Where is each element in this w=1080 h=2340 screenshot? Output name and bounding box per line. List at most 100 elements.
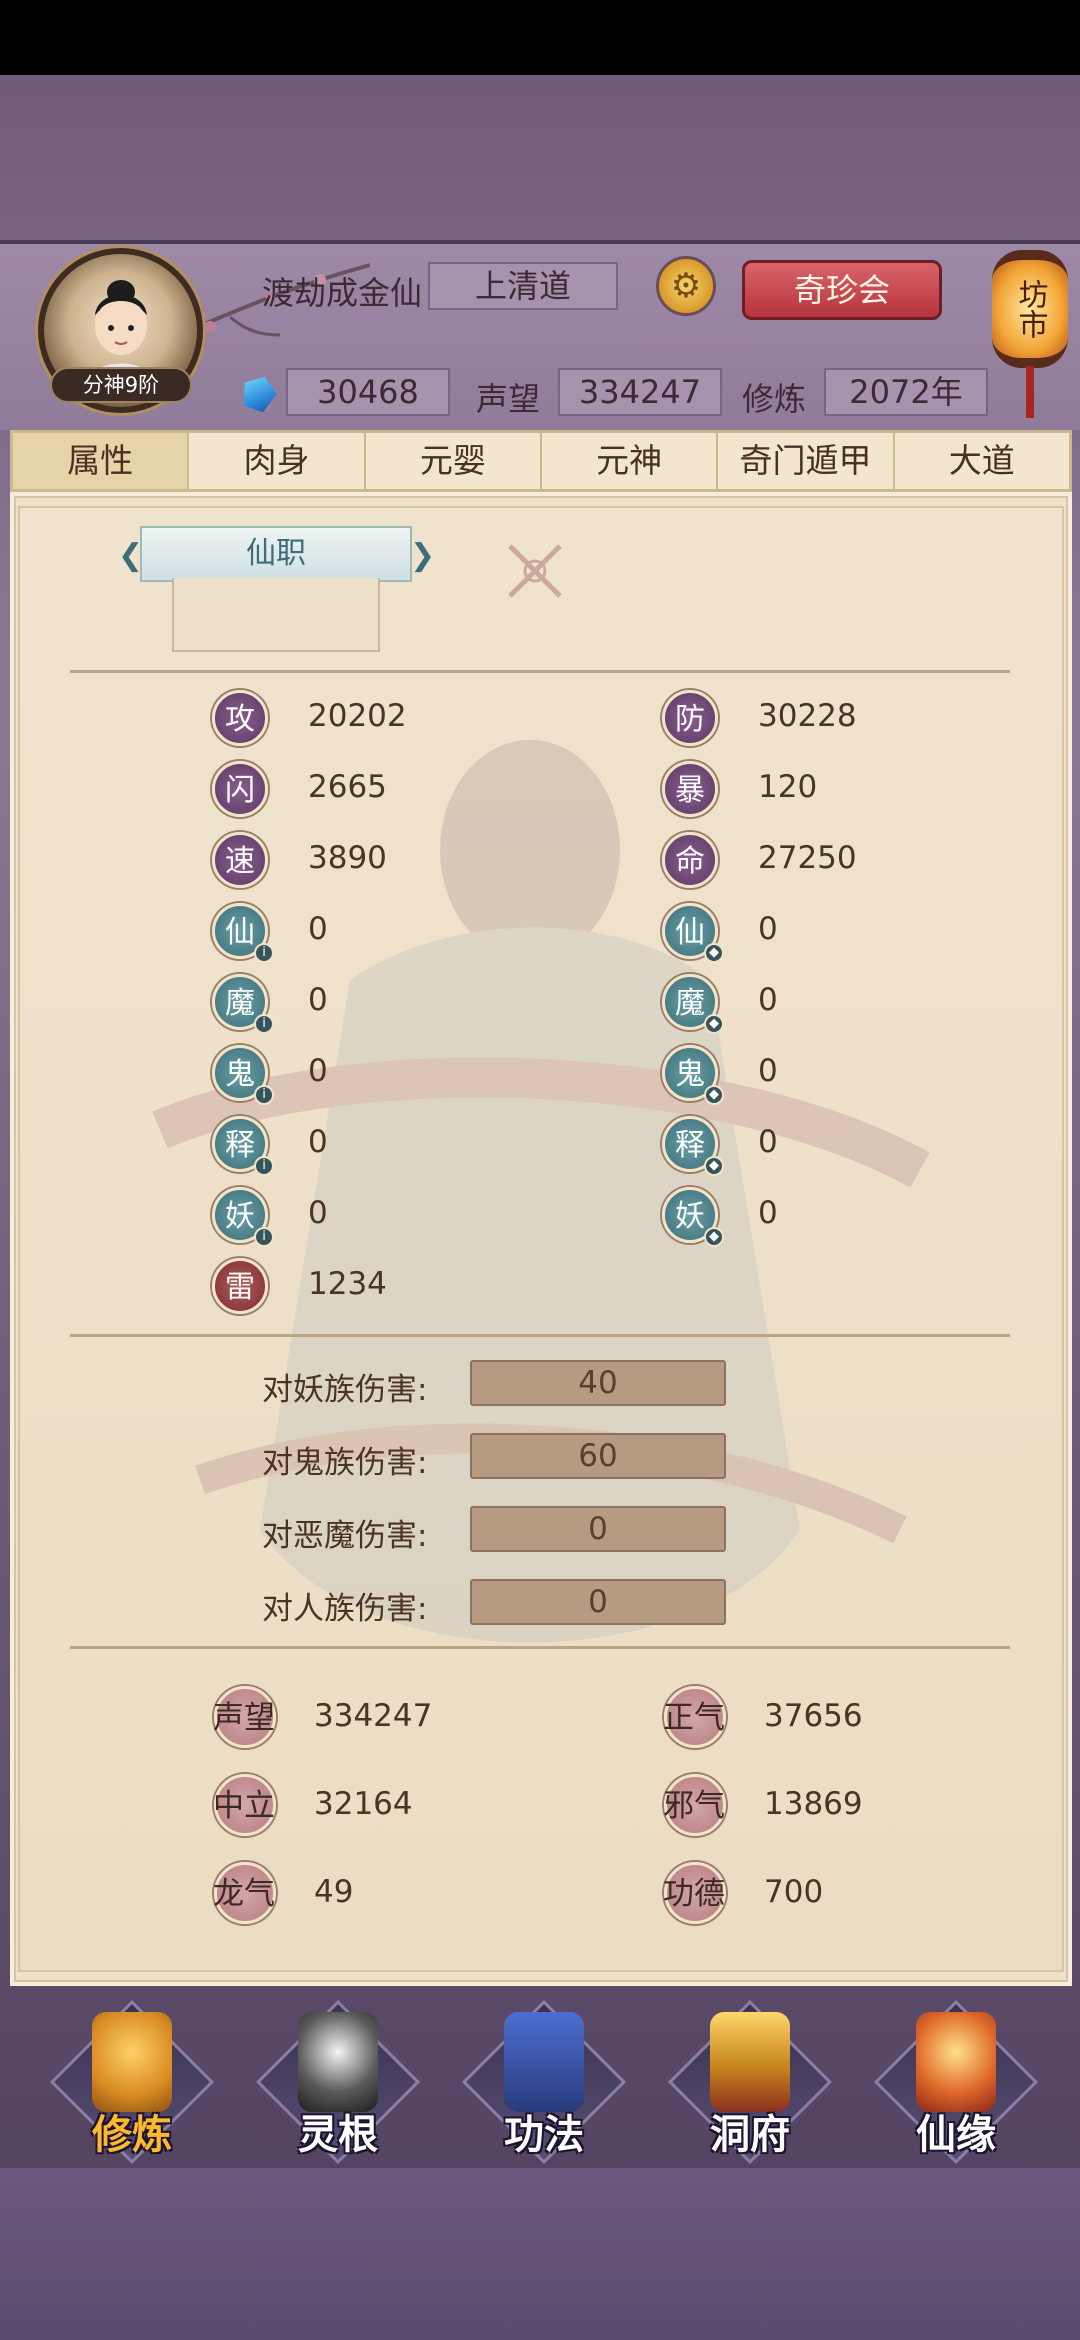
attribute-badge[interactable]: 攻 xyxy=(212,690,268,746)
reputation-stat-value: 334247 xyxy=(314,1698,433,1734)
sect-name: 上清道 xyxy=(428,262,618,310)
shield-dot-icon: ◆ xyxy=(704,1085,724,1105)
character-portrait-icon xyxy=(90,280,152,380)
post-title: 仙职 xyxy=(140,526,412,582)
tab-bar: 属性 肉身 元婴 元神 奇门遁甲 大道 xyxy=(10,430,1072,492)
attribute-value: 0 xyxy=(758,1124,778,1160)
damage-bonus-label: 对恶魔伤害: xyxy=(262,1518,428,1554)
cultivation-label: 修炼 xyxy=(742,380,807,418)
bottom-nav-bar xyxy=(0,2168,1080,2340)
attribute-value: 0 xyxy=(308,1195,328,1231)
attribute-value: 120 xyxy=(758,769,818,805)
attribute-badge[interactable]: 暴 xyxy=(662,761,718,817)
info-dot-icon: i xyxy=(254,1085,274,1105)
nav-label: 洞府 xyxy=(710,2112,790,2158)
attribute-value: 0 xyxy=(308,911,328,947)
attribute-badge[interactable]: 闪 xyxy=(212,761,268,817)
attribute-value: 2665 xyxy=(308,769,387,805)
crossed-swords-icon xyxy=(508,544,562,598)
reputation-stat-value: 32164 xyxy=(314,1786,413,1822)
info-dot-icon: i xyxy=(254,1227,274,1247)
reputation-stat-label: 邪气 xyxy=(663,1774,726,1836)
damage-bonus-label: 对妖族伤害: xyxy=(262,1372,428,1408)
attribute-value: 0 xyxy=(758,982,778,1018)
divider xyxy=(70,670,1010,673)
info-dot-icon: i xyxy=(254,1156,274,1176)
nav-label: 修炼 xyxy=(92,2112,172,2158)
nav-cave-abode-button[interactable]: 洞府 xyxy=(667,1999,833,2165)
reputation-stat-label-text: 邪气 xyxy=(663,1788,725,1824)
status-bar xyxy=(0,0,1080,75)
nav-label: 功法 xyxy=(504,2112,584,2158)
tab-qimen-dunjia[interactable]: 奇门遁甲 xyxy=(718,433,895,489)
tab-attributes[interactable]: 属性 xyxy=(13,433,190,489)
attribute-badge[interactable]: 雷 xyxy=(212,1258,268,1314)
reputation-stat-label: 功德 xyxy=(663,1862,726,1924)
damage-bonus-label: 对鬼族伤害: xyxy=(262,1445,428,1481)
tab-primordial-spirit[interactable]: 元神 xyxy=(542,433,719,489)
reputation-value: 334247 xyxy=(558,368,722,416)
damage-bonus-value: 60 xyxy=(470,1433,726,1479)
post-card[interactable] xyxy=(172,578,380,652)
tab-nascent-soul[interactable]: 元婴 xyxy=(366,433,542,489)
pavilion-icon xyxy=(710,2012,790,2112)
reputation-label: 声望 xyxy=(476,380,541,418)
attribute-badge[interactable]: 速 xyxy=(212,832,268,888)
damage-bonus-value: 40 xyxy=(470,1360,726,1406)
post-next-arrow-icon[interactable]: ❯ xyxy=(410,538,435,573)
spirit-stone-count: 30468 xyxy=(286,368,450,416)
reputation-stat-label: 正气 xyxy=(663,1686,726,1748)
tab-great-dao[interactable]: 大道 xyxy=(895,433,1069,489)
tab-body[interactable]: 肉身 xyxy=(189,433,366,489)
attribute-value: 0 xyxy=(758,1053,778,1089)
attribute-value: 0 xyxy=(308,1053,328,1089)
gourd-icon xyxy=(916,2012,996,2112)
attribute-value: 3890 xyxy=(308,840,387,876)
market-lantern-button[interactable]: 坊市 xyxy=(992,250,1068,368)
nav-label: 灵根 xyxy=(298,2112,378,2158)
reputation-stat-label: 中立 xyxy=(213,1774,276,1836)
book-icon xyxy=(504,2012,584,2112)
lantern-tassel xyxy=(1026,366,1034,418)
attribute-value: 0 xyxy=(758,1195,778,1231)
attribute-badge[interactable]: 命 xyxy=(662,832,718,888)
nav-cultivate-button[interactable]: 修炼 xyxy=(49,1999,215,2165)
hooded-monk-icon xyxy=(92,2012,172,2112)
yin-yang-sword-icon xyxy=(298,2012,378,2112)
attribute-value: 0 xyxy=(308,1124,328,1160)
damage-bonus-value: 0 xyxy=(470,1579,726,1625)
damage-bonus-label: 对人族伤害: xyxy=(262,1591,428,1627)
attribute-value: 1234 xyxy=(308,1266,387,1302)
reputation-stat-value: 13869 xyxy=(764,1786,863,1822)
reputation-stat-label: 声望 xyxy=(213,1686,276,1748)
reputation-stat-value: 37656 xyxy=(764,1698,863,1734)
treasure-auction-button[interactable]: 奇珍会 xyxy=(742,260,942,320)
reputation-stat-value: 700 xyxy=(764,1874,824,1910)
shield-dot-icon: ◆ xyxy=(704,943,724,963)
attribute-value: 20202 xyxy=(308,698,407,734)
reputation-stat-label-text: 中立 xyxy=(213,1788,275,1824)
shield-dot-icon: ◆ xyxy=(704,1156,724,1176)
player-title: 渡劫成金仙 xyxy=(262,274,423,312)
info-dot-icon: i xyxy=(254,943,274,963)
divider xyxy=(70,1646,1010,1649)
nav-technique-button[interactable]: 功法 xyxy=(461,1999,627,2165)
nav-label: 仙缘 xyxy=(916,2112,996,2158)
attribute-value: 27250 xyxy=(758,840,857,876)
reputation-stat-label-text: 声望 xyxy=(213,1700,275,1736)
nav-spirit-root-button[interactable]: 灵根 xyxy=(255,1999,421,2165)
shield-dot-icon: ◆ xyxy=(704,1014,724,1034)
attribute-value: 0 xyxy=(308,982,328,1018)
attribute-badge[interactable]: 防 xyxy=(662,690,718,746)
attribute-value: 30228 xyxy=(758,698,857,734)
market-label: 坊市 xyxy=(1012,279,1048,339)
nav-fate-button[interactable]: 仙缘 xyxy=(873,1999,1039,2165)
cultivation-value: 2072年 xyxy=(824,368,988,416)
attribute-value: 0 xyxy=(758,911,778,947)
rank-badge: 分神9阶 xyxy=(50,367,192,403)
shield-dot-icon: ◆ xyxy=(704,1227,724,1247)
reputation-stat-value: 49 xyxy=(314,1874,354,1910)
reputation-stat-label: 龙气 xyxy=(213,1862,276,1924)
settings-gear-icon[interactable]: ⚙ xyxy=(656,256,716,316)
divider xyxy=(70,1334,1010,1337)
